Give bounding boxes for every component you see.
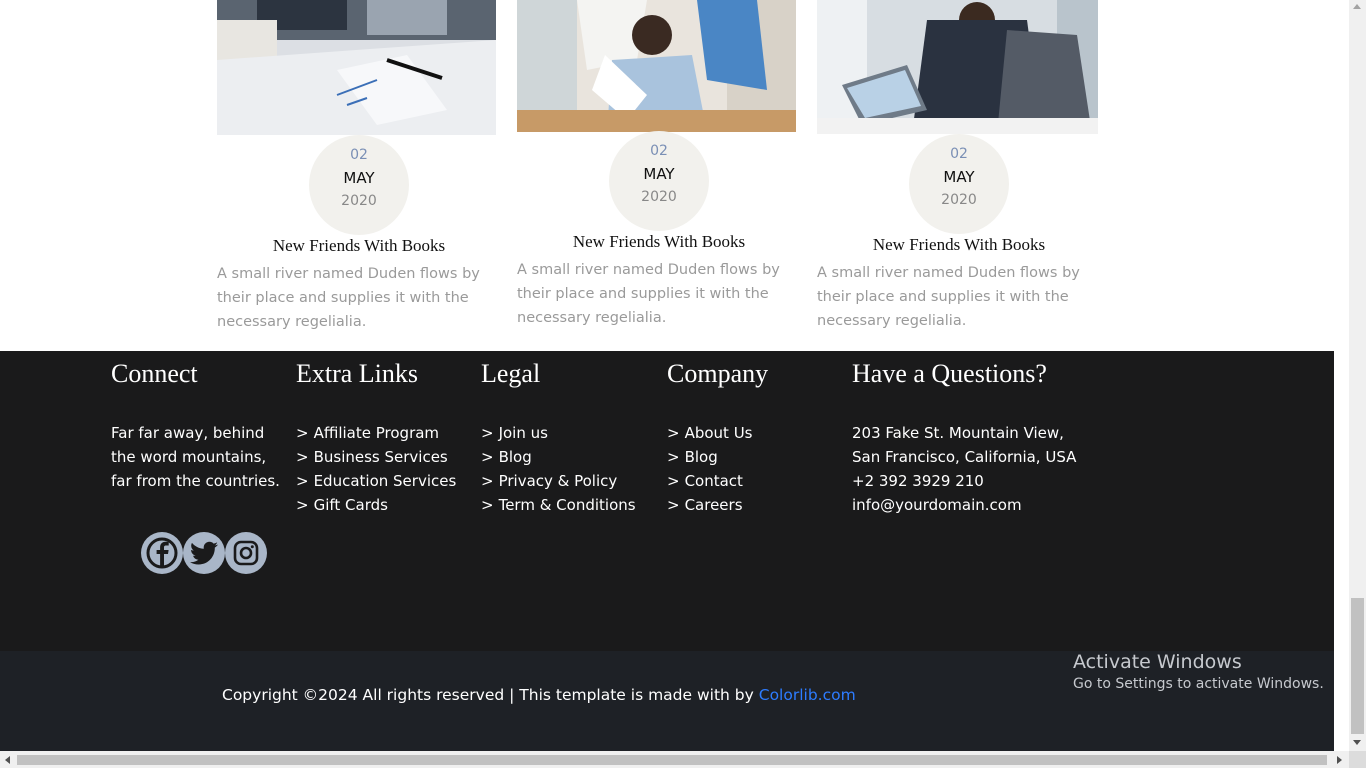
scroll-right-arrow-icon[interactable] bbox=[1337, 756, 1342, 764]
footer-connect-text: Far far away, behind the word mountains,… bbox=[111, 424, 280, 490]
footer-link[interactable]: > Blog bbox=[481, 445, 636, 469]
colorlib-link[interactable]: Colorlib.com bbox=[759, 686, 856, 704]
footer-link[interactable]: > Privacy & Policy bbox=[481, 469, 636, 493]
arrow-icon: > bbox=[667, 472, 680, 490]
page: 02 MAY 2020 New Friends With Books A sma… bbox=[0, 0, 1349, 751]
footer-link-list: > Affiliate Program > Business Services > E… bbox=[296, 421, 456, 517]
date-month: MAY bbox=[343, 169, 375, 187]
date-year: 2020 bbox=[641, 189, 677, 205]
arrow-icon: > bbox=[481, 424, 494, 442]
contact-list: 203 Fake St. Mountain View, San Francisc… bbox=[852, 421, 1092, 517]
footer-link-label: Careers bbox=[684, 496, 743, 514]
facebook-icon bbox=[146, 537, 178, 569]
footer-link-label: Affiliate Program bbox=[313, 424, 440, 442]
footer-heading-company: Company bbox=[667, 359, 769, 388]
footer-heading-connect: Connect bbox=[111, 359, 198, 388]
footer-link[interactable]: > Education Services bbox=[296, 469, 456, 493]
footer-link[interactable]: > Term & Conditions bbox=[481, 493, 636, 517]
date-month: MAY bbox=[643, 165, 675, 183]
vertical-scrollbar[interactable] bbox=[1349, 0, 1366, 751]
arrow-icon: > bbox=[296, 496, 309, 514]
arrow-icon: > bbox=[481, 472, 494, 490]
date-year: 2020 bbox=[941, 192, 977, 208]
footer-link[interactable]: > About Us bbox=[667, 421, 753, 445]
site-footer: Connect Far far away, behind the word mo… bbox=[0, 351, 1334, 651]
footer-link[interactable]: > Join us bbox=[481, 421, 636, 445]
footer-link[interactable]: > Gift Cards bbox=[296, 493, 456, 517]
date-badge: 02 MAY 2020 bbox=[909, 134, 1009, 234]
twitter-icon bbox=[189, 541, 218, 565]
footer-heading-legal: Legal bbox=[481, 359, 541, 388]
footer-link-label: Privacy & Policy bbox=[498, 472, 618, 490]
instagram-icon bbox=[233, 540, 259, 566]
date-day: 02 bbox=[650, 143, 668, 159]
blog-photo[interactable] bbox=[217, 0, 496, 135]
activate-windows-subtitle: Go to Settings to activate Windows. bbox=[1073, 676, 1324, 692]
instagram-link[interactable] bbox=[225, 532, 267, 574]
footer-link-list: > Join us > Blog > Privacy & Policy > Term &… bbox=[481, 421, 636, 517]
footer-link-list: > About Us > Blog > Contact > Careers bbox=[667, 421, 753, 517]
date-badge: 02 MAY 2020 bbox=[309, 135, 409, 235]
date-day: 02 bbox=[950, 146, 968, 162]
copyright-label: Copyright ©2024 All rights reserved | Th… bbox=[222, 686, 754, 704]
blog-title[interactable]: New Friends With Books bbox=[217, 236, 501, 256]
arrow-icon: > bbox=[481, 448, 494, 466]
footer-link-label: Contact bbox=[684, 472, 743, 490]
scroll-left-arrow-icon[interactable] bbox=[5, 756, 10, 764]
scroll-down-arrow-icon[interactable] bbox=[1353, 740, 1361, 745]
footer-heading-questions: Have a Questions? bbox=[852, 359, 1047, 388]
footer-heading-extra-links: Extra Links bbox=[296, 359, 419, 388]
arrow-icon: > bbox=[296, 424, 309, 442]
copyright-text: Copyright ©2024 All rights reserved | Th… bbox=[222, 686, 856, 704]
blog-title[interactable]: New Friends With Books bbox=[817, 235, 1101, 255]
date-month: MAY bbox=[943, 168, 975, 186]
blog-photo[interactable] bbox=[817, 0, 1098, 134]
footer-link[interactable]: > Contact bbox=[667, 469, 753, 493]
date-year: 2020 bbox=[341, 193, 377, 209]
twitter-link[interactable] bbox=[183, 532, 225, 574]
contact-address: 203 Fake St. Mountain View, San Francisc… bbox=[852, 424, 1077, 466]
footer-link-label: Join us bbox=[498, 424, 548, 442]
arrow-icon: > bbox=[667, 496, 680, 514]
date-badge: 02 MAY 2020 bbox=[609, 131, 709, 231]
arrow-icon: > bbox=[481, 496, 494, 514]
scrollbar-corner bbox=[1349, 751, 1366, 768]
blog-excerpt: A small river named Duden flows by their… bbox=[517, 262, 780, 326]
arrow-icon: > bbox=[296, 472, 309, 490]
arrow-icon: > bbox=[667, 448, 680, 466]
footer-link[interactable]: > Business Services bbox=[296, 445, 456, 469]
horizontal-scrollbar[interactable] bbox=[0, 751, 1349, 768]
footer-link-label: Blog bbox=[684, 448, 718, 466]
facebook-link[interactable] bbox=[141, 532, 183, 574]
footer-link[interactable]: > Blog bbox=[667, 445, 753, 469]
footer-link-label: Blog bbox=[498, 448, 532, 466]
footer-link[interactable]: > Affiliate Program bbox=[296, 421, 456, 445]
footer-link-label: Education Services bbox=[313, 472, 457, 490]
vertical-scroll-thumb[interactable] bbox=[1351, 598, 1364, 734]
contact-phone[interactable]: +2 392 3929 210 bbox=[852, 469, 1092, 493]
blog-photo[interactable] bbox=[517, 0, 796, 132]
footer-link[interactable]: > Careers bbox=[667, 493, 753, 517]
footer-link-label: Gift Cards bbox=[313, 496, 388, 514]
blog-excerpt: A small river named Duden flows by their… bbox=[217, 266, 480, 330]
footer-link-label: Term & Conditions bbox=[498, 496, 636, 514]
arrow-icon: > bbox=[667, 424, 680, 442]
scroll-up-arrow-icon[interactable] bbox=[1353, 4, 1361, 9]
blog-excerpt: A small river named Duden flows by their… bbox=[817, 265, 1080, 329]
footer-link-label: Business Services bbox=[313, 448, 448, 466]
activate-windows-title: Activate Windows bbox=[1073, 651, 1242, 673]
contact-email[interactable]: info@yourdomain.com bbox=[852, 493, 1092, 517]
horizontal-scroll-thumb[interactable] bbox=[17, 755, 1327, 765]
date-day: 02 bbox=[350, 147, 368, 163]
footer-link-label: About Us bbox=[684, 424, 753, 442]
blog-title[interactable]: New Friends With Books bbox=[517, 232, 801, 252]
arrow-icon: > bbox=[296, 448, 309, 466]
